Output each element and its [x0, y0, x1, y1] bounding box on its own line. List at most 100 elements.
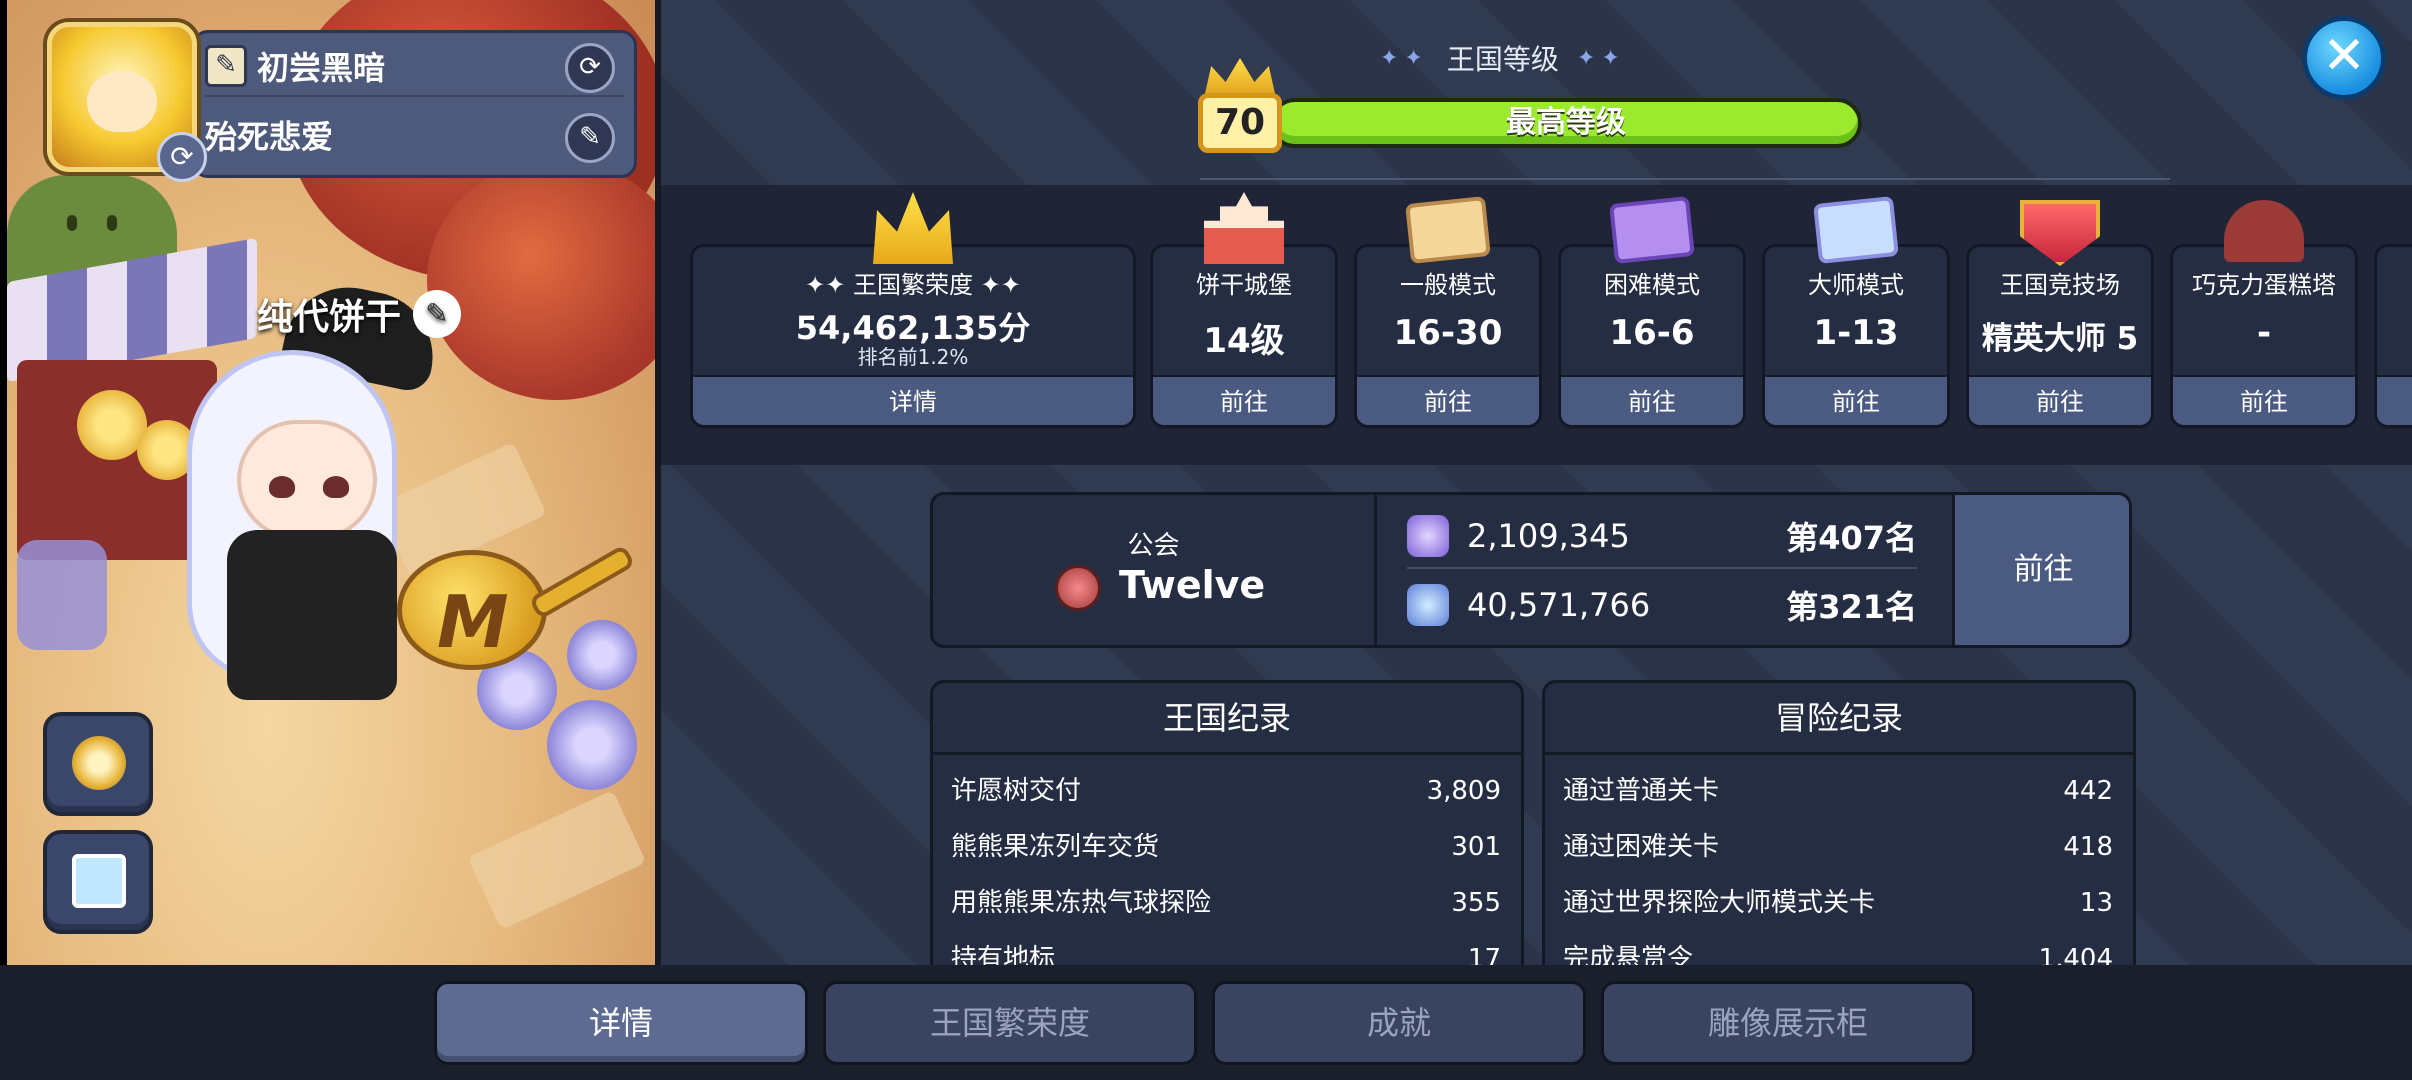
- kingdom-level-label: 王国等级: [1446, 43, 1559, 76]
- list-item: 用熊熊果冻热气球探险 355: [951, 888, 1501, 918]
- card-label: 一般模式: [1400, 271, 1496, 299]
- cookie-character[interactable]: M: [157, 275, 636, 740]
- card-label: 饼干城堡: [1196, 271, 1292, 299]
- arena-card: 王国竞技场 精英大师 5 前往: [1966, 244, 2154, 428]
- go-button[interactable]: 前往: [1561, 375, 1743, 425]
- castle-card: 饼干城堡 14级 前往: [1150, 244, 1338, 428]
- guild-panel: 公会 Twelve 2,109,345 第407名 40,571,766 第32…: [930, 492, 2132, 648]
- cake-tower-card: 巧克力蛋糕塔 - 前往: [2170, 244, 2358, 428]
- guild-rank: 第407名: [1786, 519, 1917, 557]
- flower-decoration: [567, 620, 637, 690]
- card-label: 大师模式: [1808, 271, 1904, 299]
- flower-decoration: [547, 700, 637, 790]
- player-name: 殆死悲爱: [205, 118, 334, 156]
- kingdom-record-panel: 王国纪录 许愿树交付 3,809 熊熊果冻列车交货 301 用熊熊果冻热气球探险 35…: [930, 680, 1524, 980]
- cookie-name-label: 纯代饼干 ✎: [257, 288, 462, 340]
- master-map-icon: [1813, 195, 1899, 265]
- kingdom-level-header: ✦✦ 王国等级 ✦✦: [1380, 38, 1626, 78]
- badge-button[interactable]: [43, 712, 153, 816]
- next-card-partial: [2374, 244, 2412, 428]
- go-button[interactable]: 前往: [1153, 375, 1335, 425]
- guild-go-button[interactable]: 前往: [1952, 495, 2129, 645]
- edit-name-button[interactable]: ✎: [565, 113, 615, 163]
- edit-pencil-icon[interactable]: ✎: [413, 290, 462, 338]
- guild-info: 公会 Twelve: [933, 495, 1377, 645]
- jar-decoration: [17, 540, 107, 650]
- tab-achievements[interactable]: 成就: [1212, 981, 1586, 1065]
- kingdom-record-title: 王国纪录: [933, 683, 1521, 755]
- guild-name: Twelve: [1119, 563, 1266, 607]
- name-panel: ✎ 初尝黑暗 殆死悲爱 ⟳ ✎: [192, 30, 637, 178]
- guild-rank: 第321名: [1786, 588, 1917, 626]
- title-row: ✎ 初尝黑暗: [205, 37, 625, 97]
- guild-label: 公会: [1127, 531, 1180, 561]
- path-tile: [467, 789, 647, 931]
- guild-score-row: 2,109,345 第407名: [1407, 505, 1917, 569]
- name-row: 殆死悲爱: [205, 105, 333, 165]
- bottom-tab-bar: 详情 王国繁荣度 成就 雕像展示柜: [0, 965, 2412, 1080]
- card-sub: 排名前1.2%: [857, 345, 969, 369]
- card-label: 巧克力蛋糕塔: [2192, 271, 2336, 299]
- hard-mode-card: 困难模式 16-6 前往: [1558, 244, 1746, 428]
- swap-avatar-icon[interactable]: ⟳: [157, 132, 207, 182]
- guild-score-row: 40,571,766 第321名: [1407, 573, 1917, 637]
- cookie-name: 纯代饼干: [257, 297, 402, 338]
- photo-frame-icon: [72, 854, 126, 908]
- card-label: 王国竞技场: [2000, 271, 2120, 299]
- sparkle-icon: ✦✦: [1576, 45, 1626, 71]
- watering-can-logo: M: [437, 580, 509, 664]
- card-value: -: [2256, 313, 2272, 353]
- card-value: 精英大师 5: [1981, 321, 2139, 357]
- level-crown-badge: 70: [1198, 58, 1282, 158]
- go-button[interactable]: [2377, 375, 2412, 425]
- level-status: 最高等级: [1506, 105, 1626, 140]
- guild-battle-icon: [1407, 515, 1449, 557]
- header-divider: [1200, 178, 2170, 180]
- tab-prosperity[interactable]: 王国繁荣度: [823, 981, 1197, 1065]
- card-value: 16-30: [1393, 313, 1503, 353]
- prosperity-card: ✦✦ 王国繁荣度 ✦✦ 54,462,135分 排名前1.2% 详情: [690, 244, 1136, 428]
- details-button[interactable]: 详情: [693, 375, 1133, 425]
- guild-score: 40,571,766: [1467, 586, 1651, 624]
- list-item: 通过普通关卡 442: [1563, 776, 2113, 806]
- level-progress-bar: 最高等级: [1270, 98, 1862, 148]
- map-icon: [1405, 195, 1491, 265]
- crown-icon: [1204, 58, 1276, 98]
- medal-icon: [72, 736, 126, 790]
- tab-details[interactable]: 详情: [434, 981, 808, 1065]
- master-mode-card: 大师模式 1-13 前往: [1762, 244, 1950, 428]
- adventure-record-panel: 冒险纪录 通过普通关卡 442 通过困难关卡 418 通过世界探险大师模式关卡 13 …: [1542, 680, 2136, 980]
- guild-emblem-icon: [1055, 565, 1101, 611]
- close-button[interactable]: ✕: [2302, 16, 2386, 100]
- watering-can-spout: [528, 544, 636, 620]
- guild-trophy-icon: [1407, 584, 1449, 626]
- change-title-button[interactable]: ⟳: [565, 43, 615, 93]
- kingdom-scene: M ✎ 初尝黑暗 殆死悲爱 ⟳ ✎ ⟳ 纯代饼干 ✎: [7, 0, 659, 965]
- go-button[interactable]: 前往: [1765, 375, 1947, 425]
- card-label: ✦✦ 王国繁荣度 ✦✦: [805, 271, 1021, 299]
- go-button[interactable]: 前往: [1969, 375, 2151, 425]
- adventure-record-title: 冒险纪录: [1545, 683, 2133, 755]
- go-button[interactable]: 前往: [2173, 375, 2355, 425]
- normal-mode-card: 一般模式 16-30 前往: [1354, 244, 1542, 428]
- tab-statue-showcase[interactable]: 雕像展示柜: [1601, 981, 1975, 1065]
- profile-card: ✎ 初尝黑暗 殆死悲爱 ⟳ ✎ ⟳: [47, 22, 637, 182]
- card-value: 14级: [1203, 321, 1285, 361]
- title-tag-icon: ✎: [205, 45, 247, 87]
- card-value: 16-6: [1609, 313, 1695, 353]
- photo-button[interactable]: [43, 830, 153, 934]
- hard-map-icon: [1609, 195, 1695, 265]
- sparkle-icon: ✦✦: [1380, 45, 1429, 71]
- guild-score: 2,109,345: [1467, 517, 1630, 555]
- level-number: 70: [1198, 93, 1282, 153]
- list-item: 通过困难关卡 418: [1563, 832, 2113, 862]
- list-item: 通过世界探险大师模式关卡 13: [1563, 888, 2113, 918]
- card-value: 1-13: [1813, 313, 1899, 353]
- player-title: 初尝黑暗: [257, 49, 386, 87]
- face: [237, 420, 377, 540]
- go-button[interactable]: 前往: [1357, 375, 1539, 425]
- avatar-face: [87, 72, 157, 132]
- list-item: 熊熊果冻列车交货 301: [951, 832, 1501, 862]
- card-label: 困难模式: [1604, 271, 1700, 299]
- cloak: [227, 530, 397, 700]
